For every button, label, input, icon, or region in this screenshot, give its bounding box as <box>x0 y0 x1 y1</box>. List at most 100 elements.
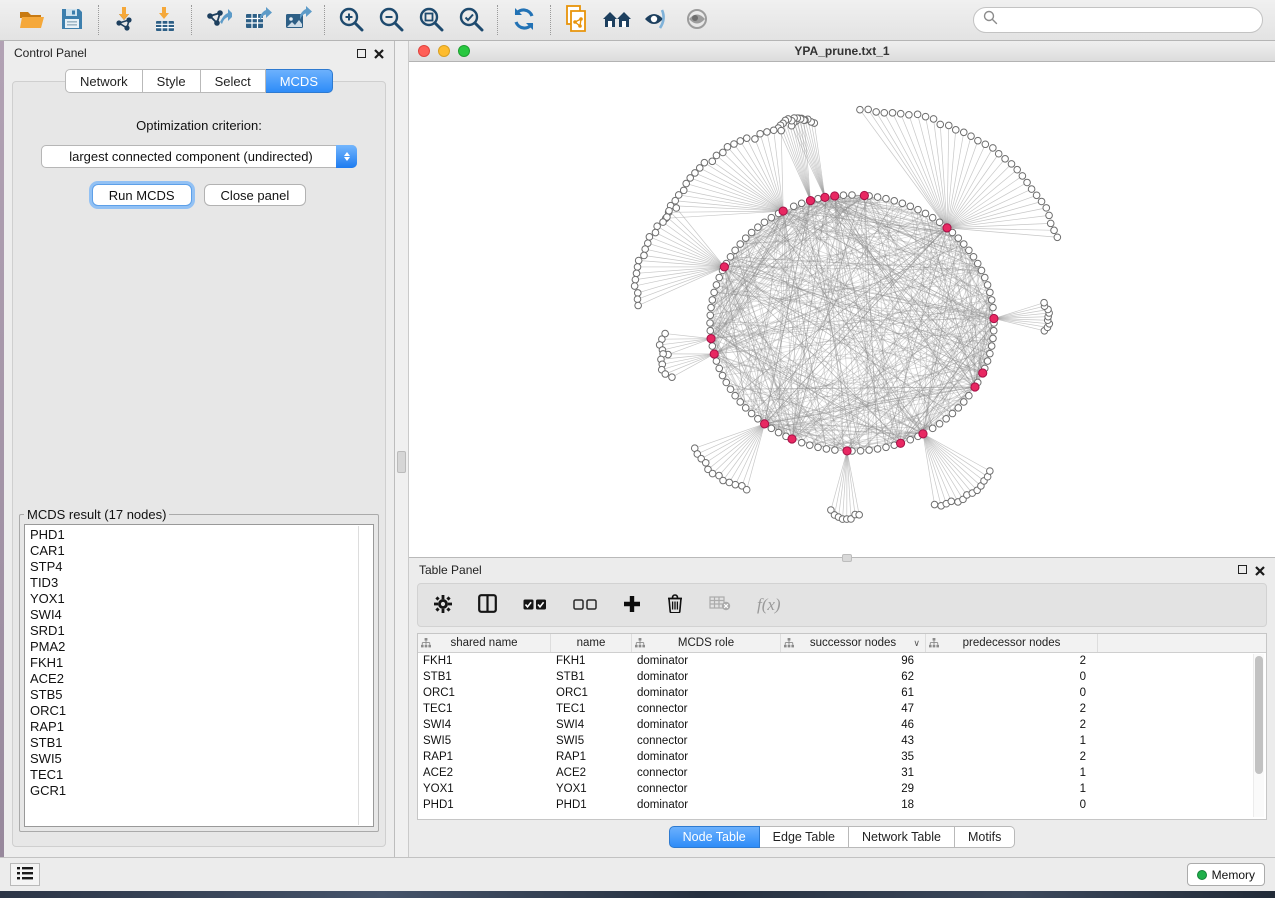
graph-node[interactable] <box>709 470 716 477</box>
list-scrollbar[interactable] <box>358 526 359 825</box>
graph-node[interactable] <box>929 425 936 432</box>
graph-node[interactable] <box>990 327 997 334</box>
graph-node[interactable] <box>654 223 661 230</box>
table-row[interactable]: RAP1RAP1dominator352 <box>418 749 1266 765</box>
graph-node[interactable] <box>632 276 639 283</box>
column-header-successor-nodes[interactable]: successor nodes∨ <box>781 634 926 652</box>
unselect-all-columns-button[interactable] <box>573 598 597 613</box>
graph-node[interactable] <box>737 241 744 248</box>
graph-node[interactable] <box>1046 212 1053 219</box>
graph-node[interactable] <box>922 210 929 217</box>
search-box[interactable] <box>973 7 1263 33</box>
graph-node[interactable] <box>873 109 880 116</box>
graph-node[interactable] <box>798 200 805 207</box>
graph-node[interactable] <box>778 127 785 134</box>
graph-node[interactable] <box>857 447 864 454</box>
graph-node[interactable] <box>707 320 714 327</box>
graph-node[interactable] <box>874 446 881 453</box>
table-row[interactable]: STB1STB1dominator620 <box>418 669 1266 685</box>
mcds-result-item[interactable]: SWI4 <box>30 607 373 623</box>
import-network-button[interactable] <box>105 3 145 37</box>
graph-node[interactable] <box>896 439 904 447</box>
graph-node[interactable] <box>982 141 989 148</box>
network-view-canvas[interactable] <box>409 62 1275 557</box>
graph-node[interactable] <box>984 282 991 289</box>
graph-node[interactable] <box>806 442 813 449</box>
graph-node[interactable] <box>968 133 975 140</box>
graph-node[interactable] <box>883 444 890 451</box>
graph-node[interactable] <box>988 297 995 304</box>
graph-node[interactable] <box>849 192 856 199</box>
graph-node[interactable] <box>981 274 988 281</box>
graph-node[interactable] <box>719 372 726 379</box>
graph-node[interactable] <box>984 358 991 365</box>
table-row[interactable]: ORC1ORC1dominator610 <box>418 685 1266 701</box>
delete-column-button[interactable] <box>667 594 683 616</box>
export-network-button[interactable] <box>198 3 238 37</box>
mcds-result-item[interactable]: ORC1 <box>30 703 373 719</box>
graph-node[interactable] <box>731 141 738 148</box>
table-row[interactable]: YOX1YOX1connector291 <box>418 781 1266 797</box>
graph-node[interactable] <box>966 247 973 254</box>
graph-node[interactable] <box>737 399 744 406</box>
graph-node[interactable] <box>742 405 749 412</box>
graph-node[interactable] <box>952 127 959 134</box>
scrollbar-thumb[interactable] <box>1255 656 1263 774</box>
graph-node[interactable] <box>707 312 714 319</box>
graph-node[interactable] <box>768 425 775 432</box>
column-header-MCDS-role[interactable]: MCDS role <box>632 634 781 652</box>
graph-node[interactable] <box>978 267 985 274</box>
splitter-grip[interactable] <box>397 451 406 473</box>
graph-node[interactable] <box>856 512 863 519</box>
open-session-button[interactable] <box>12 3 52 37</box>
graph-node[interactable] <box>761 219 768 226</box>
table-row[interactable]: ACE2ACE2connector311 <box>418 765 1266 781</box>
graph-node[interactable] <box>891 197 898 204</box>
graph-node[interactable] <box>857 106 864 113</box>
mcds-result-item[interactable]: SRD1 <box>30 623 373 639</box>
column-header-predecessor-nodes[interactable]: predecessor nodes <box>926 634 1098 652</box>
graph-node[interactable] <box>823 446 830 453</box>
graph-node[interactable] <box>713 358 720 365</box>
graph-node[interactable] <box>960 129 967 136</box>
graph-node[interactable] <box>727 253 734 260</box>
home-button[interactable] <box>597 3 637 37</box>
graph-node[interactable] <box>790 203 797 210</box>
graph-node[interactable] <box>709 158 716 165</box>
table-row[interactable]: TEC1TEC1connector472 <box>418 701 1266 717</box>
graph-node[interactable] <box>764 129 771 136</box>
graph-node[interactable] <box>936 420 943 427</box>
graph-node[interactable] <box>752 136 759 143</box>
graph-node[interactable] <box>1024 179 1031 186</box>
graph-node[interactable] <box>899 200 906 207</box>
graph-node[interactable] <box>821 193 829 201</box>
graph-node[interactable] <box>955 405 962 412</box>
tab-network-table[interactable]: Network Table <box>849 826 955 848</box>
mcds-result-item[interactable]: ACE2 <box>30 671 373 687</box>
graph-node[interactable] <box>709 343 716 350</box>
graph-node[interactable] <box>732 392 739 399</box>
table-row[interactable]: SWI5SWI5connector431 <box>418 733 1266 749</box>
export-image-button[interactable] <box>278 3 318 37</box>
mcds-result-item[interactable]: TID3 <box>30 575 373 591</box>
graph-node[interactable] <box>840 192 847 199</box>
graph-node[interactable] <box>1041 299 1048 306</box>
graph-node[interactable] <box>995 150 1002 157</box>
column-header-shared-name[interactable]: shared name <box>418 634 551 652</box>
mcds-result-item[interactable]: STP4 <box>30 559 373 575</box>
graph-node[interactable] <box>755 416 762 423</box>
graph-node[interactable] <box>948 498 955 505</box>
mcds-result-item[interactable]: STB5 <box>30 687 373 703</box>
graph-node[interactable] <box>966 392 973 399</box>
mcds-result-item[interactable]: PMA2 <box>30 639 373 655</box>
graph-node[interactable] <box>988 343 995 350</box>
graph-node[interactable] <box>723 379 730 386</box>
mcds-result-item[interactable]: FKH1 <box>30 655 373 671</box>
graph-node[interactable] <box>652 229 659 236</box>
graph-node[interactable] <box>906 111 913 118</box>
graph-node[interactable] <box>634 264 641 271</box>
graph-node[interactable] <box>757 130 764 137</box>
graph-node[interactable] <box>673 205 680 212</box>
tab-edge-table[interactable]: Edge Table <box>760 826 849 848</box>
save-session-button[interactable] <box>52 3 92 37</box>
